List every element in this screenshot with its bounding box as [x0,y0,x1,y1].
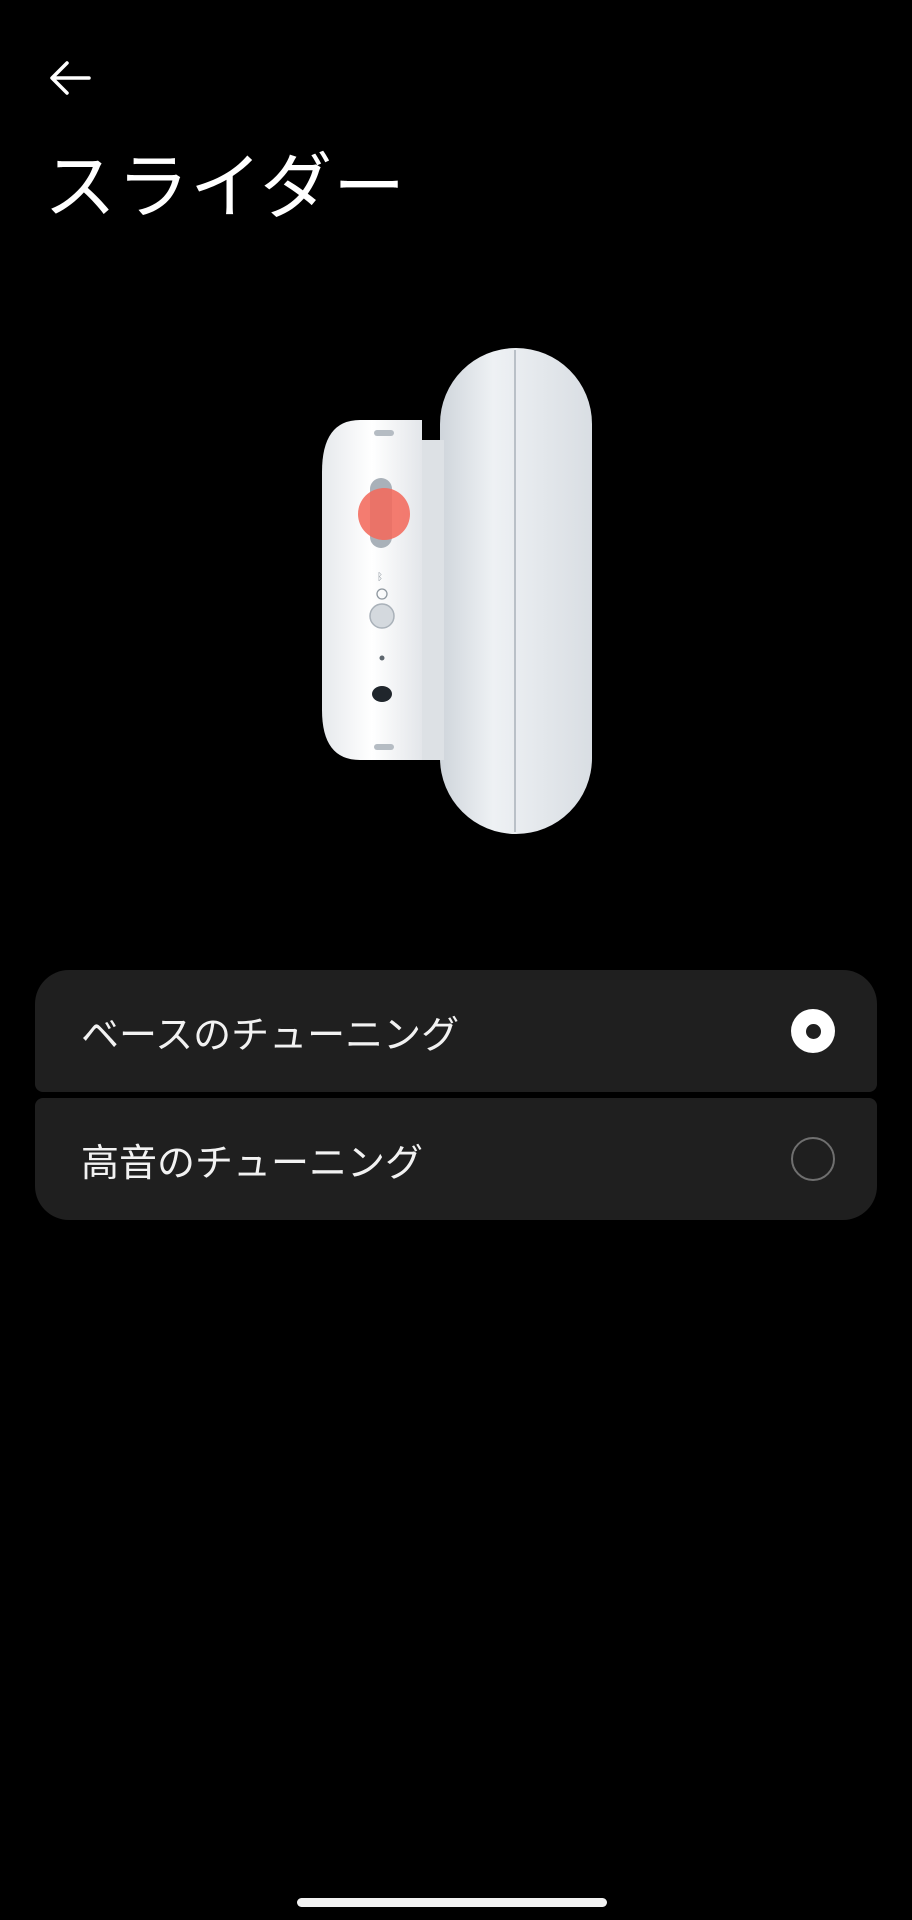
arrow-left-icon [45,53,95,107]
home-indicator[interactable] [297,1898,607,1907]
page-title: スライダー [44,145,407,229]
option-label: 高音のチューニング [81,1140,424,1185]
tuning-options-list: ベースのチューニング 高音のチューニング [35,970,877,1220]
option-bass-tuning[interactable]: ベースのチューニング [35,970,877,1092]
svg-text:ᛒ: ᛒ [377,572,383,583]
radio-button-unselected[interactable] [791,1137,835,1181]
slider-highlight [358,488,410,540]
headphone-illustration: ᛒ [310,340,610,840]
back-button[interactable] [30,40,110,120]
option-treble-tuning[interactable]: 高音のチューニング [35,1098,877,1220]
radio-button-selected[interactable] [791,1009,835,1053]
headphone-earcup-image: ᛒ [322,348,592,834]
option-label: ベースのチューニング [81,1012,460,1057]
